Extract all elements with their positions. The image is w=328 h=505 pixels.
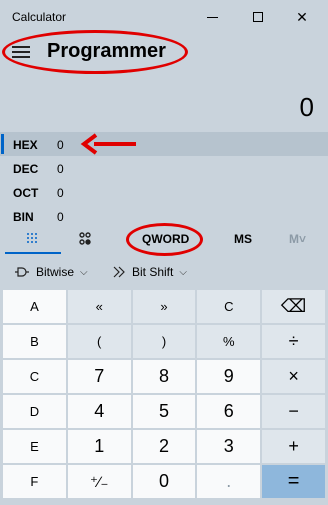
key-4[interactable]: 4 [67,395,131,428]
maximize-icon [253,12,263,22]
key-open-paren[interactable]: ( [67,325,131,358]
options-bar: Bitwise ⌵ Bit Shift ⌵ [0,258,328,286]
close-button[interactable]: ✕ [282,4,322,30]
key-hex-e[interactable]: E [3,430,66,463]
key-backspace[interactable]: ⌫ [262,290,325,323]
bitshift-label: Bit Shift [132,265,174,279]
radix-label: OCT [13,186,39,200]
key-negate[interactable]: ⁺∕₋ [67,465,131,498]
radix-row-dec[interactable]: DEC 0 [0,156,328,180]
key-divide[interactable]: ÷ [262,325,325,358]
key-multiply[interactable]: × [262,360,325,393]
bit-toggle-tab[interactable] [79,232,91,249]
radix-value: 0 [57,210,64,224]
word-size-button[interactable]: QWORD [142,232,189,246]
key-hex-f[interactable]: F [3,465,66,498]
window-title: Calculator [12,10,67,24]
key-shift-right[interactable]: » [132,290,196,323]
radix-row-bin[interactable]: BIN 0 [0,204,328,228]
bitshift-dropdown[interactable]: Bit Shift ⌵ [112,265,187,279]
radix-row-oct[interactable]: OCT 0 [0,180,328,204]
active-tab-indicator [5,252,61,254]
memory-store-button[interactable]: MS [234,232,252,246]
bitwise-label: Bitwise [36,265,75,279]
chevron-down-icon: ⌵ [179,266,187,278]
key-modulo[interactable]: % [197,325,261,358]
key-6[interactable]: 6 [197,395,261,428]
key-hex-c[interactable]: C [3,360,66,393]
close-icon: ✕ [296,8,308,25]
radix-label: HEX [13,138,38,152]
radix-label: DEC [13,162,39,176]
key-subtract[interactable]: − [262,395,325,428]
bit-toggle-icon [79,232,91,245]
minimize-button[interactable] [192,4,232,30]
header: Programmer [0,36,328,76]
radix-value: 0 [57,186,64,200]
mode-bar: QWORD MS M˅ [0,226,328,256]
key-5[interactable]: 5 [132,395,196,428]
radix-value: 0 [57,162,64,176]
bit-shift-icon [113,266,125,278]
key-2[interactable]: 2 [132,430,196,463]
keypad-grid-icon [27,233,37,243]
key-1[interactable]: 1 [67,430,131,463]
radix-value: 0 [57,138,64,152]
bitwise-dropdown[interactable]: Bitwise ⌵ [14,265,88,279]
key-clear[interactable]: C [197,290,261,323]
hamburger-menu-icon[interactable] [12,44,30,60]
key-hex-b[interactable]: B [3,325,66,358]
chevron-down-icon: ⌵ [80,266,88,278]
keypad: A « » C ⌫ B ( ) % ÷ C 7 8 9 × D 4 5 6 − … [3,290,325,498]
key-8[interactable]: 8 [132,360,196,393]
key-equals[interactable]: = [262,465,325,498]
key-hex-a[interactable]: A [3,290,66,323]
memory-list-button[interactable]: M˅ [289,232,306,246]
key-close-paren[interactable]: ) [132,325,196,358]
radix-row-hex[interactable]: HEX 0 [0,132,328,156]
keypad-tab[interactable] [26,232,38,247]
title-bar: Calculator ✕ [0,0,328,32]
mode-title: Programmer [47,40,166,62]
key-decimal[interactable]: . [197,465,261,498]
key-0[interactable]: 0 [132,465,196,498]
maximize-button[interactable] [238,4,278,30]
key-9[interactable]: 9 [197,360,261,393]
key-shift-left[interactable]: « [67,290,131,323]
key-add[interactable]: + [262,430,325,463]
logic-gate-icon [15,267,29,277]
key-7[interactable]: 7 [67,360,131,393]
key-hex-d[interactable]: D [3,395,66,428]
result-display: 0 [299,92,314,122]
key-3[interactable]: 3 [197,430,261,463]
radix-label: BIN [13,210,34,224]
minimize-icon [206,16,218,18]
